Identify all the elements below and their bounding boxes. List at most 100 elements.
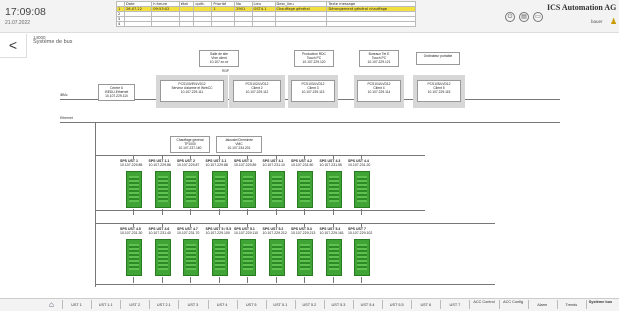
alarm-table[interactable]: Date h:heure état quitt. Priorité No Lieu Desc_… <box>116 1 416 27</box>
sps-drop-line <box>332 155 334 159</box>
sps-plc-module[interactable] <box>325 171 342 208</box>
nav-tab[interactable]: UST 1 <box>62 303 91 313</box>
sps-plc-module[interactable] <box>154 239 171 276</box>
sps-ip: 10.107.229.213 <box>291 231 316 235</box>
sps-label[interactable]: SPS UST 4.6 10.107.231.40 <box>149 227 171 235</box>
sps-plc-module[interactable] <box>297 171 313 208</box>
nav-separator <box>265 300 267 309</box>
sps-plc-module[interactable] <box>211 239 228 276</box>
sps-label[interactable]: SPS UST 5 / 5.5 10.107.229.100 <box>206 227 232 235</box>
alarm-row[interactable]: 1 26.07.22 09:53:02 1 2901 OST4.1 Chauffage gé… <box>116 6 416 12</box>
sps-label[interactable]: SPS UST 4.7 10.107.231.70 <box>177 227 199 235</box>
client-box-site[interactable]: Salle de site Vhm client 10.107.xx.xx <box>199 50 239 67</box>
nav-tab[interactable]: UST 5.3 <box>324 303 353 313</box>
sps-plc-module[interactable] <box>240 171 256 208</box>
rdp-label: RDP <box>222 69 230 73</box>
sps-plc-module[interactable] <box>268 171 285 208</box>
sps-label[interactable]: SPS UST 4.4 10.107.231.20 <box>348 159 370 167</box>
sps-plc-module[interactable] <box>354 239 370 276</box>
sps-drop-line <box>133 223 134 227</box>
sps-label[interactable]: SPS UST 1.1 10.107.229.86 <box>149 159 171 167</box>
client-box-production[interactable]: Production RDC Touch PC 10.107.229.120 <box>294 50 334 67</box>
heating-box[interactable]: Chauffage général TP1000 10.107.237.160 <box>170 136 210 153</box>
sps-drop-line <box>190 155 191 159</box>
nav-tab[interactable]: UST 5 <box>237 303 266 313</box>
sps-label[interactable]: SPS UST 4.1 10.107.231.10 <box>263 159 285 167</box>
sps-label[interactable]: SPS UST 4.2 10.107.231.50 <box>291 159 313 167</box>
nav-tab[interactable]: UST 4 <box>208 303 237 313</box>
nav-tab[interactable]: Alarm <box>528 303 557 313</box>
sps-plc-module[interactable] <box>126 239 142 276</box>
blinds-box[interactable]: Jalousie/Cheminée VMC 10.107.234.201 <box>216 136 262 153</box>
nav-tab[interactable]: UST 5.4 <box>353 303 382 313</box>
sps-plc-module[interactable] <box>183 171 199 208</box>
nav-separator <box>62 300 63 309</box>
sps-plc-module[interactable] <box>154 171 171 208</box>
sps-plc-module[interactable] <box>297 239 313 276</box>
nav-tab[interactable]: ACC Control <box>469 300 498 310</box>
ethernet-trunk <box>95 122 96 287</box>
sps-drop-line <box>361 155 362 159</box>
nav-tab[interactable]: UST 5.5 <box>382 303 411 313</box>
sps-drop-line <box>133 155 134 159</box>
nav-tab[interactable]: UST 5.1 <box>266 303 295 313</box>
sps-plc-module[interactable] <box>183 239 199 276</box>
sps-bottom-line <box>247 209 248 215</box>
user-icon[interactable]: ♟ <box>610 17 617 26</box>
power-icon[interactable]: ⏻ <box>505 12 515 22</box>
nav-tab[interactable]: ACC Config <box>499 300 528 310</box>
row2-bus-line <box>95 223 495 224</box>
nav-tab[interactable]: UST 7 <box>440 303 469 313</box>
sps-plc-module[interactable] <box>268 239 285 276</box>
sps-ip: 10.107.231.50 <box>291 163 314 167</box>
sps-bottom-line <box>133 209 134 215</box>
nav-tab[interactable]: Trends <box>557 303 586 313</box>
gateway-box[interactable]: Centre 6 iSEDU-Ethernet 10.107.229.110 <box>98 84 135 101</box>
sps-label[interactable]: SPS UST 5.2 10.107.229.212 <box>263 227 287 235</box>
nav-tab[interactable]: UST 1.1 <box>91 303 120 313</box>
nav-tab[interactable]: UST 2.1 <box>149 303 178 313</box>
sps-label[interactable]: SPS UST 5.4 10.107.229.161 <box>320 227 344 235</box>
back-button[interactable]: < <box>0 34 27 58</box>
pcs-server-box[interactable]: PCS100/IR/LVD12 Serveur d'alarme et WebCC… <box>160 80 224 102</box>
nav-tab[interactable]: Système bus <box>586 300 615 310</box>
nav-tab[interactable]: UST 5.2 <box>295 303 324 313</box>
client-box-office[interactable]: Bureaux Tet E Touch PC 10.107.229.121 <box>359 50 399 67</box>
sps-plc-module[interactable] <box>325 239 342 276</box>
nav-separator <box>440 300 442 309</box>
sps-drop-line <box>304 155 305 159</box>
nav-tab[interactable]: UST 3 <box>178 303 207 313</box>
client-box-laptop[interactable]: Ordinateur portable <box>416 52 460 65</box>
alarm-cell <box>326 21 416 27</box>
sps-label[interactable]: SPS UST 4.5 10.107.231.30 <box>120 227 142 235</box>
nav-tab[interactable]: UST 6 <box>411 303 440 313</box>
sps-label[interactable]: SPS UST 7 10.107.229.102 <box>348 227 372 235</box>
sps-bottom-line <box>161 277 163 283</box>
alarm-cell <box>211 21 236 27</box>
sps-ip: 10.107.229.89 <box>234 163 257 167</box>
sps-label[interactable]: SPS UST 5.3 10.107.229.213 <box>291 227 315 235</box>
pcs-client4-box[interactable]: PCS104/LVD12 Client 4 10.107.229.114 <box>357 80 401 102</box>
sps-label[interactable]: SPS UST 2.1 10.107.229.88 <box>206 159 228 167</box>
sps-plc-module[interactable] <box>211 171 228 208</box>
sps-label[interactable]: SPS UST 2 10.107.229.87 <box>177 159 199 167</box>
sps-label[interactable]: SPS UST 4.3 10.107.231.55 <box>320 159 342 167</box>
sps-label[interactable]: SPS UST 1 10.107.229.85 <box>120 159 142 167</box>
pcs-client2-box[interactable]: PCS102/LVD12 Client 2 10.107.229.112 <box>233 80 281 102</box>
sps-label[interactable]: SPS UST 3 10.107.229.89 <box>234 159 256 167</box>
window-icon[interactable]: ▭ <box>533 12 543 22</box>
print-icon[interactable]: ▤ <box>519 12 529 22</box>
pcs-client5-box[interactable]: PCS105/LVD12 Client 5 10.107.229.115 <box>417 80 461 102</box>
sps-plc-module[interactable] <box>126 171 142 208</box>
sps-bottom-line <box>275 209 277 215</box>
sps-label[interactable]: SPS UST 5.1 10.107.229.110 <box>234 227 258 235</box>
alarm-row[interactable]: 4 <box>116 21 416 27</box>
sps-plc-module[interactable] <box>354 171 370 208</box>
clock: 17:09:08 <box>5 6 46 18</box>
sps-plc-module[interactable] <box>240 239 256 276</box>
nav-tab[interactable]: UST 2 <box>120 303 149 313</box>
sps-drop-line <box>218 223 220 227</box>
pcs-client3-box[interactable]: PCS103/LVD12 Client 3 10.107.229.113 <box>291 80 335 102</box>
sps-bottom-line <box>190 209 191 215</box>
home-icon[interactable]: ⌂ <box>49 300 54 309</box>
